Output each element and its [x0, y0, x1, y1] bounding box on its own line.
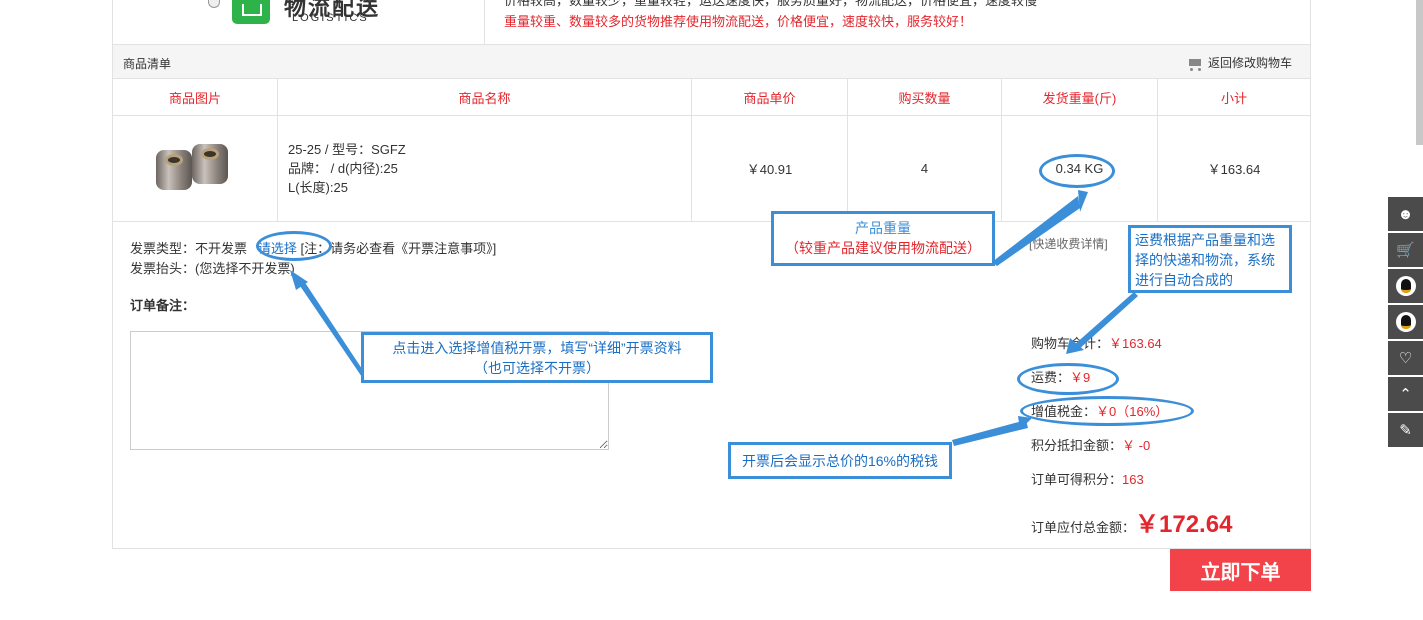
arrow-to-invoice: [296, 278, 368, 380]
annotation-weight-sub: （较重产品建议使用物流配送）: [785, 240, 981, 256]
arrow-to-freight: [1074, 292, 1138, 350]
annotation-oval-freight: [1017, 363, 1119, 395]
annotation-weight: 产品重量 （较重产品建议使用物流配送）: [771, 211, 995, 266]
arrow-to-tax: [952, 420, 1028, 446]
annotation-weight-title: 产品重量: [855, 220, 911, 236]
annotation-oval-invoice: [256, 231, 332, 261]
annotation-invoice: 点击进入选择增值税开票，填写“详细”开票资料 （也可选择不开票）: [361, 332, 713, 383]
annotation-oval-weight: [1039, 154, 1115, 188]
arrow-to-weight-head: [1078, 190, 1088, 212]
annotation-arrows: [290, 190, 1138, 446]
annotation-invoice-title: 点击进入选择增值税开票，填写“详细”开票资料: [392, 340, 682, 356]
annotation-oval-tax: [1020, 396, 1194, 426]
annotation-freight: 运费根据产品重量和选择的快递和物流，系统进行自动合成的: [1128, 225, 1292, 293]
annotation-tax: 开票后会显示总价的16%的税钱: [728, 442, 952, 479]
arrow-to-weight: [992, 196, 1080, 266]
annotation-invoice-sub: （也可选择不开票）: [474, 360, 600, 376]
